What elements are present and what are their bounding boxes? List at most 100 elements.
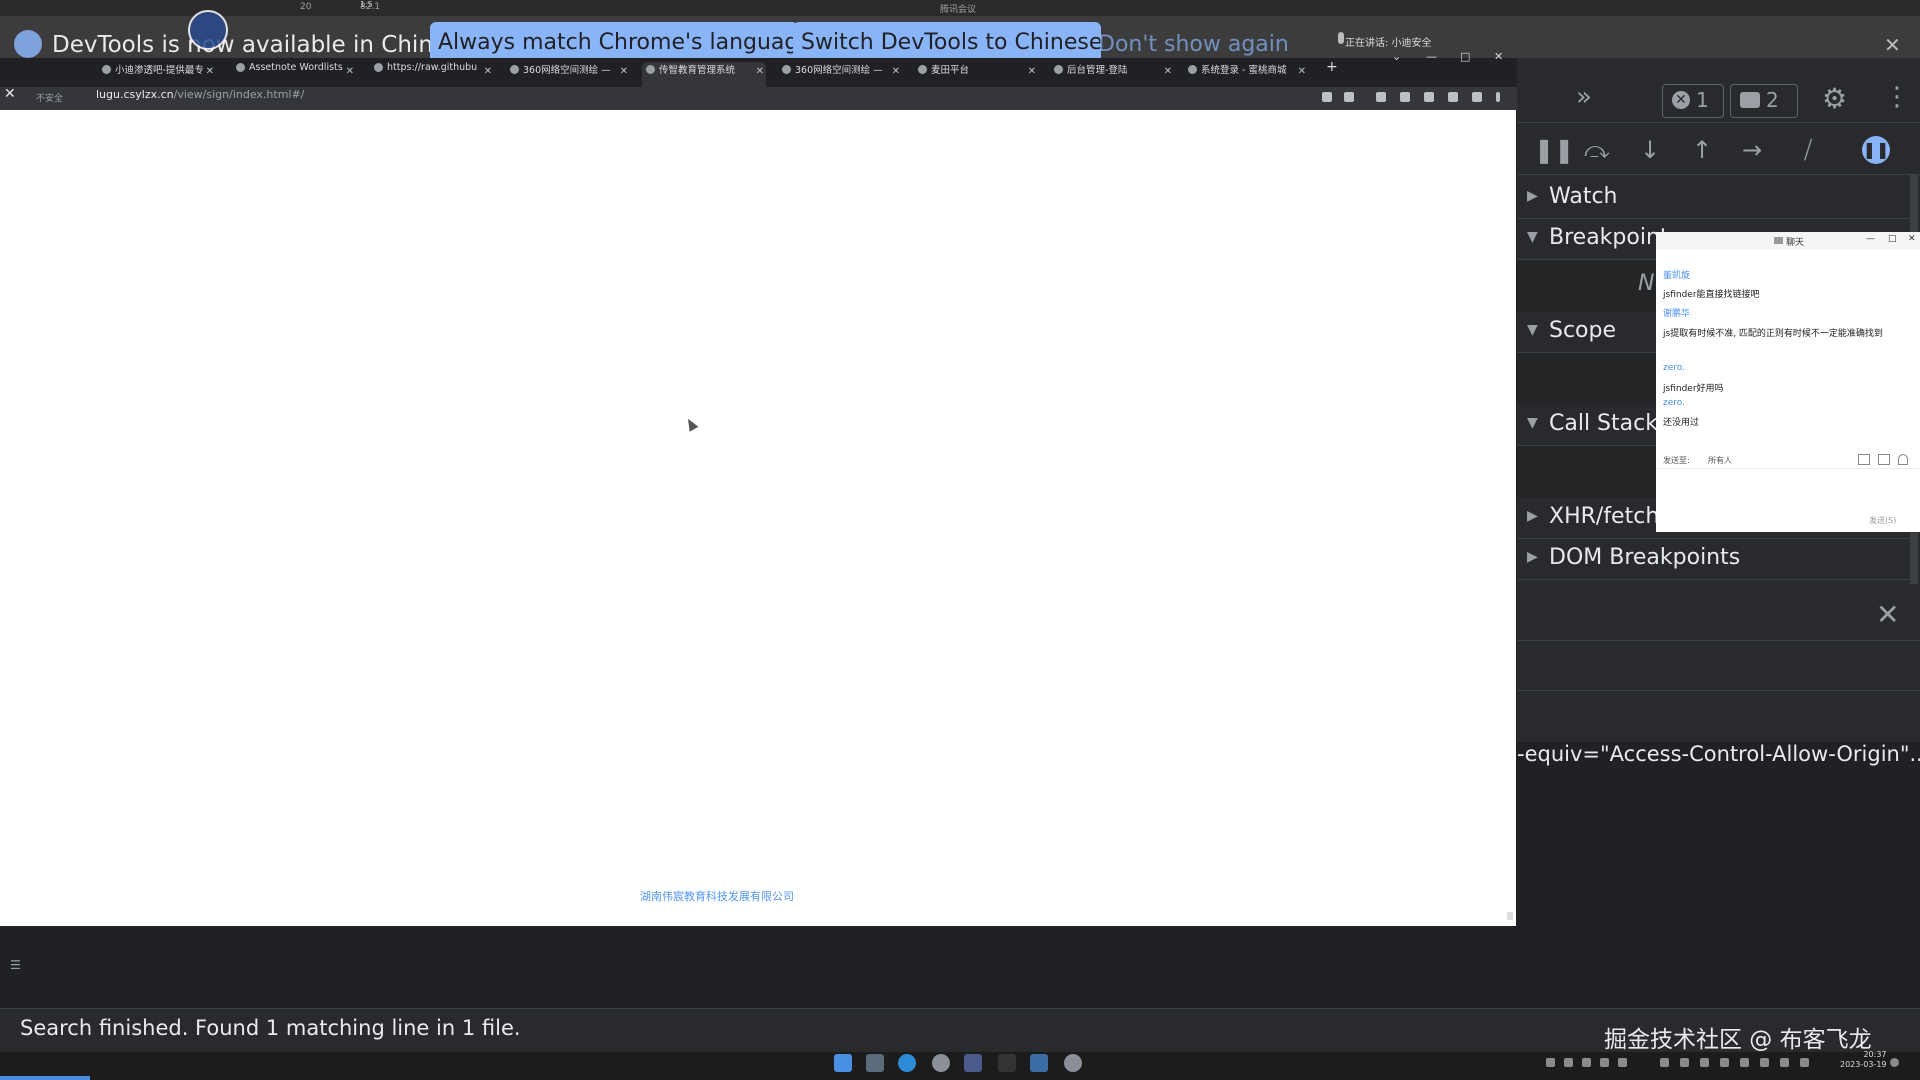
new-tab-button[interactable]: + (1326, 59, 1338, 75)
tray-icon[interactable] (1660, 1058, 1669, 1067)
no-breakpoints-hint: N (1638, 271, 1655, 296)
close-infobar-icon[interactable]: ✕ (1884, 33, 1901, 57)
page-footer-company[interactable]: 湖南伟宸教育科技发展有限公司 (640, 888, 794, 904)
chat-maximize-icon[interactable]: □ (1888, 234, 1897, 244)
chat-input[interactable] (1656, 469, 1920, 511)
puzzle-extensions-icon[interactable] (1424, 92, 1434, 102)
browser-tab[interactable]: 小迪渗透吧-提供最专 ✕ (98, 62, 216, 87)
tab-close-icon[interactable]: ✕ (756, 66, 764, 77)
browser-tab-active[interactable]: 传智教育管理系统 ✕ (642, 62, 766, 87)
tray-icon[interactable] (1618, 1058, 1627, 1067)
settings-gear-icon[interactable]: ⚙ (1822, 82, 1847, 115)
always-match-language-button[interactable]: Always match Chrome's language (430, 22, 812, 58)
tray-icon[interactable] (1600, 1058, 1609, 1067)
extension-icon[interactable] (1376, 92, 1386, 102)
browser-tab[interactable]: https://raw.githubu ✕ (370, 62, 494, 87)
browser-tab[interactable]: Assetnote Wordlists ✕ (232, 62, 356, 87)
tray-icon[interactable] (1564, 1058, 1573, 1067)
bookmark-star-icon[interactable] (1344, 92, 1354, 102)
tab-close-icon[interactable]: ✕ (484, 66, 492, 77)
tray-icon[interactable] (1740, 1058, 1749, 1067)
pause-on-exceptions-icon[interactable]: ❚❚ (1862, 136, 1890, 164)
deactivate-breakpoints-icon[interactable]: ⧸ (1804, 136, 1812, 164)
watch-section[interactable]: ▶ Watch (1517, 178, 1910, 219)
tab-close-icon[interactable]: ✕ (620, 66, 628, 77)
tray-icon[interactable] (1720, 1058, 1729, 1067)
app-icon[interactable] (1064, 1054, 1082, 1072)
browser-tab[interactable]: 麦田平台 ✕ (914, 62, 1038, 87)
image-icon[interactable] (1858, 454, 1870, 465)
minimize-icon[interactable]: — (1426, 50, 1437, 63)
more-tabs-chevron-icon[interactable]: » (1576, 82, 1592, 112)
step-icon[interactable]: → (1742, 136, 1762, 164)
maximize-icon[interactable]: □ (1460, 50, 1470, 63)
dom-breakpoints-section[interactable]: ▶ DOM Breakpoints (1517, 539, 1910, 580)
tray-icon[interactable] (1546, 1058, 1555, 1067)
app-icon[interactable] (964, 1054, 982, 1072)
tray-icon[interactable] (1760, 1058, 1769, 1067)
step-over-icon[interactable]: ⤼ (1584, 136, 1610, 164)
switch-to-chinese-button[interactable]: Switch DevTools to Chinese (793, 22, 1102, 58)
tab-close-icon[interactable]: ✕ (1164, 66, 1172, 77)
browser-tab[interactable]: 360网络空间测绘 — ✕ (506, 62, 630, 87)
share-icon[interactable] (1322, 92, 1332, 102)
tab-close-icon[interactable]: ✕ (346, 66, 354, 77)
window-close-icon[interactable]: ✕ (1494, 50, 1503, 63)
url-field[interactable]: lugu.csylzx.cn/view/sign/index.html#/ (96, 88, 304, 101)
app-icon[interactable] (1030, 1054, 1048, 1072)
chrome-menu-icon[interactable] (1496, 92, 1500, 102)
browser-tab[interactable]: 360网络空间测绘 — ✕ (778, 62, 902, 87)
os-status-line: 20 82.1 腾讯会议 (0, 0, 1920, 16)
drawer-divider (1517, 690, 1920, 691)
network-icon[interactable] (1780, 1058, 1789, 1067)
dont-show-again-link[interactable]: Don't show again (1098, 32, 1289, 57)
send-to-select[interactable]: 所有人 (1708, 455, 1732, 466)
tab-close-icon[interactable]: ✕ (1298, 66, 1306, 77)
chat-close-icon[interactable]: ✕ (1908, 234, 1916, 244)
page-resize-handle[interactable] (1507, 912, 1513, 920)
tab-close-icon[interactable]: ✕ (1028, 66, 1036, 77)
pause-icon[interactable]: ❚❚ (1534, 136, 1574, 164)
insecure-badge[interactable]: 不安全 (36, 91, 63, 104)
browser-tab[interactable]: 系统登录 - 蜜桃商城 ✕ (1184, 62, 1308, 87)
search-result-line[interactable]: -equiv="Access-Control-Allow-Origin"... (1517, 742, 1920, 772)
message-icon (1740, 92, 1760, 108)
tray-icon[interactable] (1680, 1058, 1689, 1067)
notification-icon[interactable] (1890, 1058, 1899, 1067)
file-explorer-icon[interactable] (866, 1054, 884, 1072)
chat-send-button[interactable]: 发送(S) (1869, 515, 1896, 526)
edge-browser-icon[interactable] (898, 1054, 916, 1072)
page-viewport[interactable] (0, 110, 1516, 926)
step-out-icon[interactable]: ↑ (1692, 136, 1712, 164)
step-into-icon[interactable]: ↓ (1640, 136, 1660, 164)
chat-minimize-icon[interactable]: — (1866, 234, 1875, 244)
close-drawer-icon[interactable]: ✕ (1876, 598, 1899, 631)
search-drawer-header (1517, 592, 1920, 641)
volume-icon[interactable] (1800, 1058, 1809, 1067)
console-sidebar-icon[interactable]: ☰ (10, 958, 21, 972)
screenshot-icon[interactable] (1878, 454, 1890, 465)
info-icon (14, 30, 42, 58)
profile-icon[interactable] (1472, 92, 1482, 102)
chrome-icon[interactable] (932, 1054, 950, 1072)
mic-icon (1338, 32, 1344, 44)
chat-message: jsfinder能直接找链接吧 (1663, 290, 1760, 300)
browser-tab[interactable]: 后台管理-登陆 ✕ (1050, 62, 1174, 87)
app-icon[interactable] (998, 1054, 1016, 1072)
chat-icon (1774, 237, 1783, 244)
tab-favicon-icon (1188, 64, 1197, 74)
side-panel-icon[interactable] (1448, 92, 1458, 102)
tab-close-icon[interactable]: ✕ (892, 66, 900, 77)
tray-icon[interactable] (1700, 1058, 1709, 1067)
tab-close-icon[interactable]: ✕ (206, 66, 214, 77)
tab-search-icon[interactable]: ⌄ (1392, 50, 1401, 63)
stop-loading-icon[interactable]: ✕ (4, 86, 16, 102)
devtools-menu-icon[interactable]: ⋮ (1884, 82, 1910, 112)
tray-icon[interactable] (1582, 1058, 1591, 1067)
extension-icon[interactable] (1400, 92, 1410, 102)
tray-clock[interactable]: 20:37 2023-03-19 (1840, 1050, 1887, 1070)
user-icon[interactable] (1898, 454, 1908, 465)
tab-favicon-icon (918, 64, 927, 74)
expand-arrow-icon: ▶ (1527, 188, 1538, 204)
start-icon[interactable] (834, 1054, 852, 1072)
